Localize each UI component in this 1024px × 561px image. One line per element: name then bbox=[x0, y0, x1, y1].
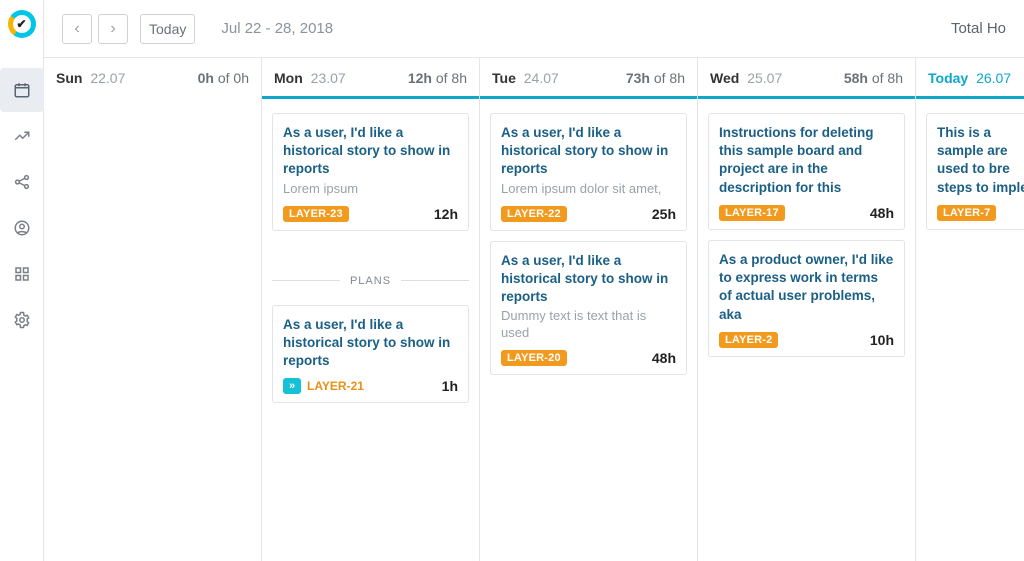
card-hours: 1h bbox=[442, 378, 458, 394]
day-header: Sun 22.07 0h of 0h bbox=[44, 58, 261, 96]
card-footer: LAYER-7 bbox=[937, 205, 1024, 221]
nav-profile[interactable] bbox=[0, 206, 44, 250]
card-title[interactable]: As a user, I'd like a historical story t… bbox=[501, 124, 676, 179]
day-header: Mon 23.07 12h of 8h bbox=[262, 58, 479, 96]
nav-distribute[interactable] bbox=[0, 160, 44, 204]
day-date: 24.07 bbox=[520, 70, 559, 86]
nav-reports[interactable] bbox=[0, 114, 44, 158]
today-button[interactable]: Today bbox=[140, 14, 195, 44]
card-title[interactable]: As a product owner, I'd like to express … bbox=[719, 251, 894, 324]
day-name: Mon bbox=[274, 70, 303, 86]
plans-separator: PLANS bbox=[272, 275, 469, 287]
card-hours: 48h bbox=[652, 350, 676, 366]
check-icon: ✔ bbox=[13, 15, 31, 33]
day-body: Instructions for deleting this sample bo… bbox=[698, 105, 915, 367]
plan-tag-label: LAYER-21 bbox=[307, 379, 364, 393]
topbar: ‹ › Today Jul 22 - 28, 2018 Total Ho bbox=[44, 0, 1024, 58]
task-card[interactable]: As a product owner, I'd like to express … bbox=[708, 240, 905, 357]
day-header: Today 26.07 bbox=[916, 58, 1024, 96]
card-hours: 25h bbox=[652, 206, 676, 222]
total-hours-label: Total Ho bbox=[951, 20, 1006, 37]
task-card[interactable]: As a user, I'd like a historical story t… bbox=[490, 113, 687, 231]
card-title[interactable]: As a user, I'd like a historical story t… bbox=[501, 252, 676, 307]
issue-tag[interactable]: LAYER-20 bbox=[501, 350, 567, 366]
day-column: Tue 24.07 73h of 8h As a user, I'd like a … bbox=[480, 58, 698, 561]
main: ‹ › Today Jul 22 - 28, 2018 Total Ho Sun… bbox=[44, 0, 1024, 561]
nav-arrows: ‹ › bbox=[62, 14, 128, 44]
day-accent-bar bbox=[262, 96, 479, 99]
day-date: 26.07 bbox=[972, 70, 1011, 86]
card-footer: LAYER-17 48h bbox=[719, 205, 894, 221]
card-footer: LAYER-22 25h bbox=[501, 206, 676, 222]
day-name: Tue bbox=[492, 70, 516, 86]
week-grid: Sun 22.07 0h of 0h Mon 23.07 12h of 8h As a … bbox=[44, 58, 1024, 561]
issue-tag[interactable]: LAYER-2 bbox=[719, 332, 778, 348]
day-header: Wed 25.07 58h of 8h bbox=[698, 58, 915, 96]
card-subtext: Dummy text is text that is used bbox=[501, 308, 676, 342]
nav-settings[interactable] bbox=[0, 298, 44, 342]
day-hours: 12h of 8h bbox=[408, 70, 467, 86]
nav-apps[interactable] bbox=[0, 252, 44, 296]
card-title[interactable]: As a user, I'd like a historical story t… bbox=[283, 316, 458, 371]
day-accent-bar bbox=[698, 96, 915, 99]
fast-forward-icon: » bbox=[283, 378, 301, 394]
nav-calendar[interactable] bbox=[0, 68, 44, 112]
day-name: Wed bbox=[710, 70, 739, 86]
day-column: Mon 23.07 12h of 8h As a user, I'd like a … bbox=[262, 58, 480, 561]
day-accent-bar bbox=[916, 96, 1024, 99]
plan-tag[interactable]: » LAYER-21 bbox=[283, 378, 364, 394]
card-hours: 12h bbox=[434, 206, 458, 222]
card-footer: » LAYER-21 1h bbox=[283, 378, 458, 394]
sidebar: ✔ bbox=[0, 0, 44, 561]
card-subtext: Lorem ipsum dolor sit amet, bbox=[501, 181, 676, 198]
issue-tag[interactable]: LAYER-17 bbox=[719, 205, 785, 221]
card-footer: LAYER-23 12h bbox=[283, 206, 458, 222]
card-subtext: Lorem ipsum bbox=[283, 181, 458, 198]
task-card[interactable]: This is a sample are used to bre steps t… bbox=[926, 113, 1024, 230]
next-button[interactable]: › bbox=[98, 14, 128, 44]
user-circle-icon bbox=[13, 219, 31, 237]
card-title[interactable]: As a user, I'd like a historical story t… bbox=[283, 124, 458, 179]
day-hours: 0h of 0h bbox=[198, 70, 249, 86]
app-logo[interactable]: ✔ bbox=[8, 10, 36, 38]
issue-tag[interactable]: LAYER-23 bbox=[283, 206, 349, 222]
sidebar-nav bbox=[0, 68, 44, 342]
day-hours: 58h of 8h bbox=[844, 70, 903, 86]
card-hours: 10h bbox=[870, 332, 894, 348]
issue-tag[interactable]: LAYER-22 bbox=[501, 206, 567, 222]
day-column: Wed 25.07 58h of 8h Instructions for delet… bbox=[698, 58, 916, 561]
day-name: Sun bbox=[56, 70, 82, 86]
share-icon bbox=[13, 173, 31, 191]
day-body: As a user, I'd like a historical story t… bbox=[480, 105, 697, 385]
day-hours: 73h of 8h bbox=[626, 70, 685, 86]
prev-button[interactable]: ‹ bbox=[62, 14, 92, 44]
card-footer: LAYER-20 48h bbox=[501, 350, 676, 366]
task-card[interactable]: As a user, I'd like a historical story t… bbox=[490, 241, 687, 375]
calendar-icon bbox=[13, 81, 31, 99]
gear-icon bbox=[13, 311, 31, 329]
date-range: Jul 22 - 28, 2018 bbox=[221, 20, 333, 37]
day-accent-bar bbox=[480, 96, 697, 99]
day-date: 22.07 bbox=[86, 70, 125, 86]
day-body bbox=[44, 102, 261, 120]
card-hours: 48h bbox=[870, 205, 894, 221]
card-footer: LAYER-2 10h bbox=[719, 332, 894, 348]
day-date: 23.07 bbox=[307, 70, 346, 86]
day-header: Tue 24.07 73h of 8h bbox=[480, 58, 697, 96]
day-body: As a user, I'd like a historical story t… bbox=[262, 105, 479, 413]
issue-tag[interactable]: LAYER-7 bbox=[937, 205, 996, 221]
task-card[interactable]: Instructions for deleting this sample bo… bbox=[708, 113, 905, 230]
chart-line-icon bbox=[13, 127, 31, 145]
card-title[interactable]: This is a sample are used to bre steps t… bbox=[937, 124, 1024, 197]
plan-card[interactable]: As a user, I'd like a historical story t… bbox=[272, 305, 469, 404]
day-name: Today bbox=[928, 70, 968, 86]
day-column: Today 26.07 This is a sample are used to … bbox=[916, 58, 1024, 561]
card-title[interactable]: Instructions for deleting this sample bo… bbox=[719, 124, 894, 197]
day-column: Sun 22.07 0h of 0h bbox=[44, 58, 262, 561]
day-body: This is a sample are used to bre steps t… bbox=[916, 105, 1024, 240]
day-date: 25.07 bbox=[743, 70, 782, 86]
task-card[interactable]: As a user, I'd like a historical story t… bbox=[272, 113, 469, 231]
grid-icon bbox=[13, 265, 31, 283]
